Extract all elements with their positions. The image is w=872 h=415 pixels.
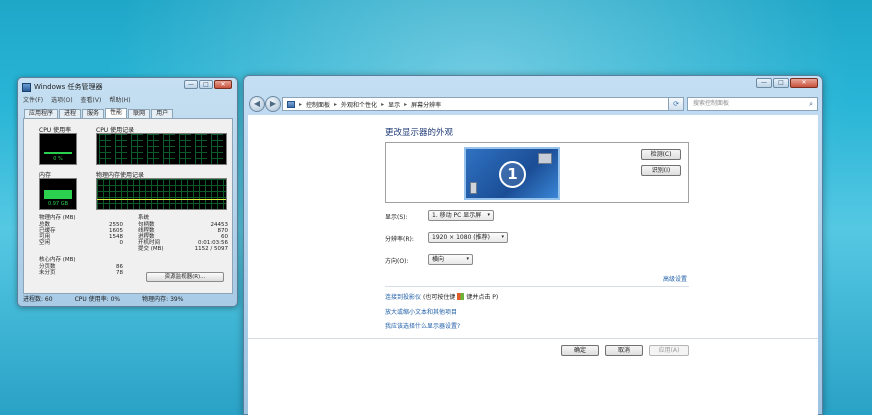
kernel-memory-header: 核心内存 (MB) (39, 257, 76, 263)
which-settings-link[interactable]: 我应该选择什么显示器设置? (385, 321, 460, 330)
apply-button[interactable]: 应用(A) (649, 345, 689, 356)
cpu-history-graph (96, 133, 227, 165)
stat-row: 提交 (MB) 1152 / 5097 (138, 246, 228, 252)
close-icon[interactable]: ✕ (214, 80, 232, 89)
resolution-select[interactable]: 1920 × 1080 (推荐) ▾ (428, 232, 508, 243)
tab-processes[interactable]: 进程 (59, 109, 82, 118)
connect-projector-link[interactable]: 连接到投影仪 (385, 292, 421, 301)
screen-resolution-window[interactable]: — □ ✕ ◀ ▶ ▸ 控制面板 ▸ 外观和个性化 ▸ 显示 ▸ 屏幕分辨率 ▾… (243, 75, 823, 415)
chevron-down-icon: ▾ (466, 256, 469, 262)
refresh-icon[interactable]: ⟳ (668, 97, 684, 111)
display-label: 显示(S): (385, 214, 408, 221)
divider (248, 338, 818, 339)
text-size-link[interactable]: 放大或缩小文本和其他项目 (385, 307, 457, 316)
breadcrumb-appearance[interactable]: 外观和个性化 (341, 100, 377, 109)
resource-monitor-button[interactable]: 资源监视器(R)... (146, 272, 224, 282)
task-manager-menubar: 文件(F) 选项(O) 查看(V) 帮助(H) (21, 95, 234, 104)
resolution-label: 分辨率(R): (385, 236, 414, 243)
kernel-memory-stats: 核心内存 (MB) 分页数 86 未分页 78 (39, 257, 123, 276)
close-icon[interactable]: ✕ (790, 78, 818, 88)
page-title: 更改显示器的外观 (385, 128, 454, 138)
monitor-thumbnail-icon (538, 153, 552, 164)
content-area: 更改显示器的外观 1 检测(C) 识别(I) 显示(S): 1. 移动 PC 显… (248, 115, 818, 415)
memory-history-graph (96, 178, 227, 210)
control-panel-icon (287, 100, 295, 108)
tab-applications[interactable]: 应用程序 (24, 109, 59, 118)
stat-row: 空闲 0 (39, 240, 123, 246)
stat-row: 未分页 78 (39, 270, 123, 276)
physical-memory-header: 物理内存 (MB) (39, 215, 76, 221)
cancel-button[interactable]: 取消 (605, 345, 643, 356)
breadcrumb-screen-resolution[interactable]: 屏幕分辨率 (411, 100, 441, 109)
ok-button[interactable]: 确定 (561, 345, 599, 356)
divider (385, 286, 689, 287)
cpu-usage-value: 0 % (53, 156, 63, 162)
projector-hint: (也可按住键 (423, 294, 456, 301)
search-icon[interactable]: ⌕ (809, 98, 813, 110)
performance-panel: CPU 使用率 0 % CPU 使用记录 内存 0.97 GB 物理内存使用记录… (23, 118, 233, 294)
tab-networking[interactable]: 联网 (128, 109, 151, 118)
windows-key-icon (457, 293, 465, 300)
monitor-number: 1 (499, 161, 526, 188)
detect-button[interactable]: 检测(C) (641, 149, 681, 160)
resource-monitor-label: 资源监视器(R)... (164, 274, 206, 280)
tab-services[interactable]: 服务 (82, 109, 105, 118)
task-manager-statusbar: 进程数: 60 CPU 使用率: 0% 物理内存: 39% (21, 295, 234, 305)
monitor-preview: 1 检测(C) 识别(I) (385, 142, 689, 203)
menu-file[interactable]: 文件(F) (23, 95, 43, 104)
task-manager-window[interactable]: Windows 任务管理器 — □ ✕ 文件(F) 选项(O) 查看(V) 帮助… (17, 77, 238, 307)
breadcrumb-display[interactable]: 显示 (388, 100, 400, 109)
menu-options[interactable]: 选项(O) (51, 95, 72, 104)
task-manager-title: Windows 任务管理器 (34, 83, 103, 91)
monitor-1-tile[interactable]: 1 (464, 147, 560, 200)
menu-view[interactable]: 查看(V) (81, 95, 102, 104)
orientation-select-value: 横向 (432, 256, 445, 263)
minimize-icon[interactable]: — (184, 80, 198, 89)
projector-hint-2: 键并点击 P) (466, 294, 499, 301)
system-header: 系统 (138, 215, 150, 221)
status-processes: 进程数: 60 (23, 296, 53, 303)
breadcrumb-control-panel[interactable]: 控制面板 (306, 100, 330, 109)
orientation-select[interactable]: 横向 ▾ (428, 254, 473, 265)
advanced-settings-link[interactable]: 高级设置 (663, 274, 687, 283)
task-manager-titlebar[interactable]: Windows 任务管理器 (22, 81, 102, 93)
status-cpu: CPU 使用率: 0% (74, 296, 121, 303)
physical-memory-stats: 物理内存 (MB) 总数 2550 已缓存 1605 可用 1548 空闲 0 (39, 215, 123, 246)
task-manager-app-icon (22, 82, 31, 92)
search-input[interactable]: 搜索控制面板 ⌕ (687, 97, 818, 111)
maximize-icon[interactable]: □ (773, 78, 789, 88)
resolution-select-value: 1920 × 1080 (推荐) (432, 234, 490, 241)
memory-value: 0.97 GB (47, 201, 69, 207)
identify-button[interactable]: 识别(I) (641, 165, 681, 176)
maximize-icon[interactable]: □ (199, 80, 213, 89)
menu-help[interactable]: 帮助(H) (109, 95, 130, 104)
tab-performance[interactable]: 性能 (105, 108, 128, 118)
display-select[interactable]: 1. 移动 PC 显示屏 ▾ (428, 210, 494, 221)
status-memory: 物理内存: 39% (142, 296, 184, 303)
task-manager-tabs: 应用程序 进程 服务 性能 联网 用户 (24, 108, 174, 118)
back-icon[interactable]: ◀ (249, 96, 265, 112)
search-placeholder: 搜索控制面板 (693, 100, 730, 107)
tab-users[interactable]: 用户 (151, 109, 174, 118)
forward-icon[interactable]: ▶ (265, 96, 281, 112)
chevron-down-icon: ▾ (501, 234, 504, 240)
display-select-value: 1. 移动 PC 显示屏 (432, 212, 482, 219)
computer-icon (470, 182, 477, 194)
chevron-down-icon: ▾ (487, 212, 490, 218)
projector-row: 连接到投影仪 (也可按住键 键并点击 P) (385, 292, 498, 301)
cpu-usage-meter: 0 % (39, 133, 77, 165)
orientation-label: 方向(O): (385, 258, 409, 265)
minimize-icon[interactable]: — (756, 78, 772, 88)
address-bar[interactable]: ▸ 控制面板 ▸ 外观和个性化 ▸ 显示 ▸ 屏幕分辨率 ▾ (282, 97, 683, 111)
memory-meter: 0.97 GB (39, 178, 77, 210)
system-stats: 系统 句柄数 24453 线程数 870 进程数 60 开机时间 0:01:03:56 … (138, 215, 228, 252)
